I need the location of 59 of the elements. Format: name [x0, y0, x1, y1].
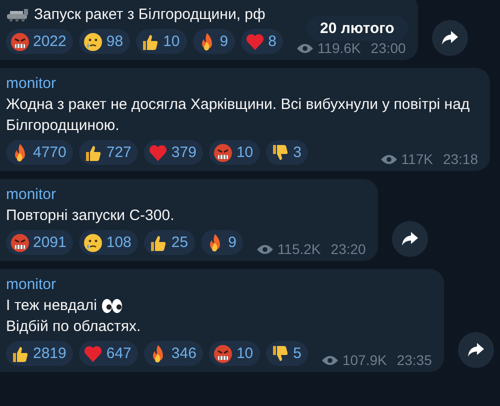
crying-face-icon: [83, 232, 104, 252]
reaction-chip[interactable]: 379: [144, 140, 204, 165]
reaction-chip[interactable]: 25: [144, 230, 196, 255]
forward-button[interactable]: [458, 332, 494, 368]
angry-face-icon: [10, 32, 30, 52]
eye-icon: [257, 244, 274, 254]
view-count: 107.9K: [342, 352, 387, 368]
angry-face-icon: [213, 142, 234, 162]
view-count: 117K: [401, 151, 433, 167]
message-time: 23:20: [330, 241, 366, 257]
message-text: Відбій по областях.: [6, 317, 141, 337]
vehicle-icon: [6, 8, 30, 22]
reaction-chip[interactable]: 98: [79, 29, 130, 54]
forward-button[interactable]: [392, 221, 428, 257]
message-text: Повторні запуски С-300.: [6, 206, 174, 226]
message-time: 23:35: [396, 352, 432, 368]
angry-face-icon: [213, 344, 234, 364]
eye-icon: [381, 154, 398, 164]
message-text: Запуск ракет з Білгородщини, рф: [34, 5, 266, 25]
reaction-chip[interactable]: 10: [209, 140, 260, 165]
reaction-chip[interactable]: 5: [266, 341, 308, 366]
eye-icon: [322, 354, 338, 366]
reaction-chip[interactable]: 9: [192, 29, 236, 54]
reaction-chip[interactable]: 108: [79, 230, 138, 255]
sender-name[interactable]: monitor: [6, 185, 366, 205]
reaction-chip[interactable]: 9: [201, 230, 244, 255]
view-count: 115.2K: [277, 241, 321, 257]
reaction-chip[interactable]: 647: [79, 341, 138, 366]
date-badge: 20 лютого: [306, 16, 408, 41]
message-text: Жодна з ракет не досягла Харківщини. Всі вибухнули у повітрі над Білгородщиною.: [6, 95, 471, 136]
heart-icon: [83, 344, 104, 364]
heart-icon: [148, 142, 168, 162]
sender-name[interactable]: monitor: [6, 74, 478, 94]
reaction-chip[interactable]: 4770: [6, 140, 74, 165]
reaction-chip[interactable]: 10: [209, 341, 260, 366]
reaction-chip[interactable]: 346: [144, 341, 204, 366]
message-text: І теж невдалі: [6, 296, 98, 316]
thumbs-down-icon: [270, 142, 290, 162]
reaction-chip[interactable]: 727: [79, 140, 138, 165]
share-arrow-icon: [442, 31, 458, 45]
reaction-chip[interactable]: 2819: [6, 341, 74, 366]
thumbs-down-icon: [270, 344, 290, 364]
sender-name[interactable]: monitor: [6, 275, 432, 295]
forward-button[interactable]: [432, 20, 468, 56]
reaction-chip[interactable]: 3: [266, 140, 308, 165]
heart-icon: [245, 32, 266, 52]
angry-face-icon: [10, 232, 30, 252]
reaction-chip[interactable]: 2022: [6, 29, 74, 54]
reaction-chip[interactable]: 8: [241, 29, 284, 54]
view-count: 119.6K: [317, 40, 361, 56]
eye-icon: [297, 42, 314, 54]
share-arrow-icon: [468, 343, 484, 357]
message-time: 23:18: [442, 151, 478, 167]
share-arrow-icon: [402, 232, 418, 246]
reaction-chip[interactable]: 2091: [6, 230, 74, 255]
eyes-icon: [101, 298, 124, 314]
reaction-chip[interactable]: 10: [136, 29, 187, 54]
message-time: 23:00: [370, 40, 406, 56]
crying-face-icon: [83, 32, 104, 52]
